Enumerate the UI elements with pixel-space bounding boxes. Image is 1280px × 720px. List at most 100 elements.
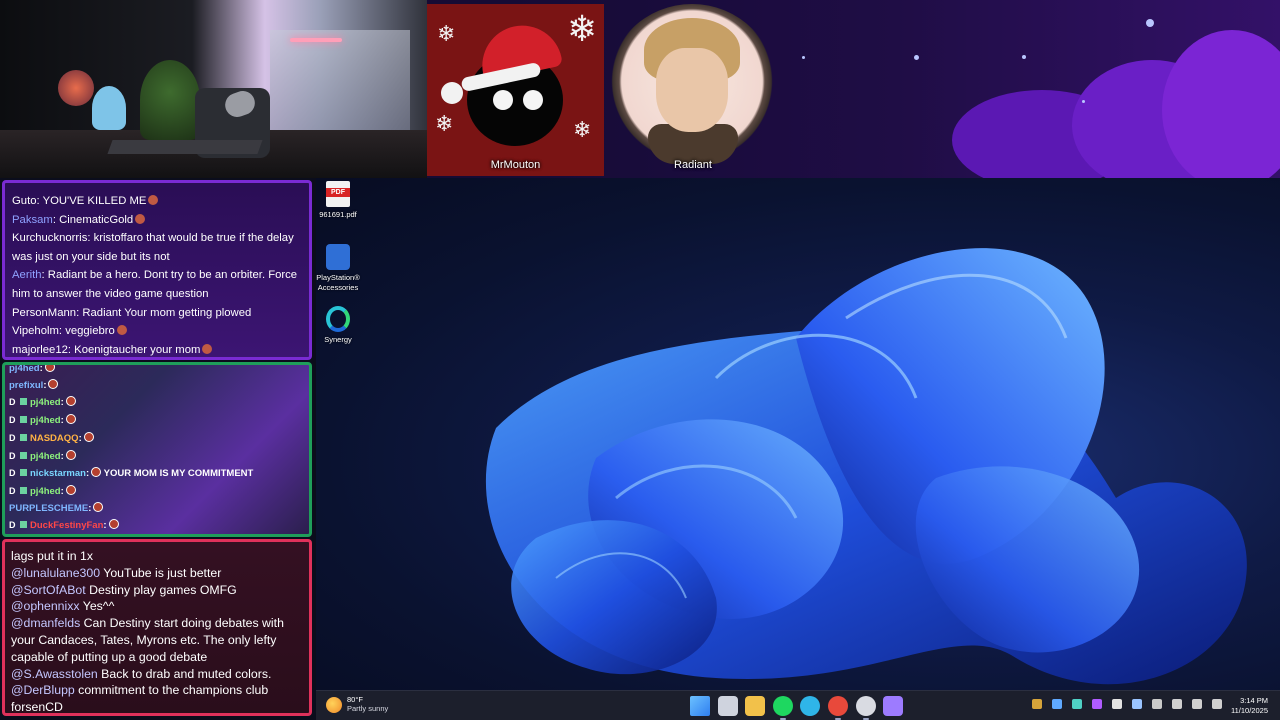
chat-mention[interactable]: @S.Awasstolen — [11, 667, 98, 681]
tray-app-6-icon[interactable] — [1132, 699, 1142, 709]
chat-message: was just on your side but its not — [5, 248, 309, 267]
chat-username[interactable]: Aerith — [12, 269, 42, 281]
webcam-neon-light — [290, 38, 342, 42]
playstation-accessories-icon — [326, 244, 350, 270]
sky-star — [1022, 55, 1026, 59]
chat-username[interactable]: Kurchucknorris — [12, 232, 87, 244]
chat-username[interactable]: pj4hed — [30, 451, 61, 462]
chat-username[interactable]: pj4hed — [30, 397, 61, 408]
desktop-icon-synergy[interactable]: Synergy — [316, 306, 363, 345]
desktop-icon-label: 961691.pdf — [319, 210, 357, 219]
clock-time: 3:14 PM — [1240, 696, 1268, 705]
chat-text: YouTube is just better — [100, 565, 222, 580]
tray-app-10-icon[interactable] — [1212, 699, 1222, 709]
chat-message: @SortOfABot Destiny play games OMFG — [11, 582, 309, 599]
obs-icon[interactable] — [855, 696, 876, 720]
chat-message: Vipeholm: veggiebro — [5, 322, 309, 341]
task-view-icon[interactable] — [717, 696, 738, 716]
chat-username[interactable]: pj4hed — [9, 365, 40, 374]
clock-date: 11/10/2025 — [1231, 706, 1268, 715]
chat-emote-icon — [44, 365, 55, 372]
chat-username[interactable]: Paksam — [12, 214, 53, 226]
chat-message: Kurchucknorris: kristoffaro that would b… — [12, 232, 294, 245]
chat-message: @S.Awasstolen Back to drab and muted col… — [11, 666, 309, 683]
chat-mention[interactable]: @ophennixx — [11, 599, 80, 613]
avatar-tile-radiant: Radiant — [604, 4, 782, 176]
sub-badge-icon — [20, 451, 27, 459]
chat-username[interactable]: Vipeholm — [12, 325, 59, 337]
edge-icon[interactable] — [800, 696, 821, 716]
chat-emote-icon — [48, 378, 59, 389]
tray-app-9-icon[interactable] — [1192, 699, 1202, 709]
desktop-wallpaper[interactable]: PDF 961691.pdf PlayStation® Accessories … — [316, 178, 1280, 690]
tray-app-4-icon[interactable] — [1092, 699, 1102, 709]
chat-username[interactable]: PURPLESCHEME — [9, 503, 88, 514]
chat-username[interactable]: Guto — [12, 195, 37, 207]
chat-message: Aerith: Radiant be a hero. Dont try to b… — [12, 269, 298, 282]
chat-mention[interactable]: @dmanfelds — [11, 616, 80, 630]
desktop-icon-pdf[interactable]: PDF 961691.pdf — [316, 181, 363, 220]
windows-bloom-wallpaper — [485, 248, 1247, 685]
stream-overlay-top: ❄ ❄ ❄ ❄ MrMouton Radiant — [0, 0, 1280, 178]
chat-message: D DuckFestinyFan: — [9, 517, 253, 534]
file-explorer-icon[interactable] — [745, 696, 766, 716]
chat-mention[interactable]: @SortOfABot — [11, 583, 86, 597]
chat-message: Dpj4hed: — [9, 394, 253, 412]
santa-hat-pom — [441, 82, 463, 104]
chat-mention[interactable]: @DerBlupp — [11, 683, 75, 697]
taskbar-app-list — [690, 696, 911, 720]
synergy-icon — [326, 306, 350, 332]
chat-emote-icon — [65, 449, 76, 460]
snowflake-icon: ❄ — [437, 22, 456, 47]
taskbar-clock[interactable]: 3:14 PM 11/10/2025 — [1231, 696, 1268, 716]
chrome-icon[interactable] — [827, 696, 848, 720]
app-icon[interactable] — [883, 696, 904, 716]
start-icon[interactable] — [690, 696, 710, 716]
sub-badge-icon — [20, 469, 27, 477]
platform-badge-icon: D — [9, 485, 16, 496]
chat-username[interactable]: pj4hed — [30, 486, 61, 497]
chat-username[interactable]: DuckFestinyFan — [30, 520, 103, 531]
tray-app-7-icon[interactable] — [1152, 699, 1162, 709]
chat-emote-icon — [65, 414, 76, 425]
sub-badge-icon — [20, 416, 27, 424]
chat-message: pj4hed: — [9, 365, 253, 378]
tray-app-2-icon[interactable] — [1052, 699, 1062, 709]
platform-badge-icon: D — [9, 397, 16, 408]
chat-username[interactable]: prefixul — [9, 380, 43, 391]
spotify-icon[interactable] — [772, 696, 793, 720]
chat-username[interactable]: majorlee12 — [12, 344, 68, 356]
chat-username[interactable]: PersonMann — [12, 307, 76, 319]
tray-app-8-icon[interactable] — [1172, 699, 1182, 709]
platform-badge-icon: D — [9, 450, 16, 461]
chat-text: kristoffaro that would be true if the de… — [93, 232, 294, 245]
chat-text: YOUR MOM IS MY COMMITMENT — [103, 468, 254, 480]
desktop-icon-playstation-accessories[interactable]: PlayStation® Accessories — [316, 244, 363, 292]
chat-text: Radiant be a hero. Dont try to be an orb… — [47, 269, 298, 282]
chat-username[interactable]: nickstarman — [30, 468, 86, 479]
weather-temperature: 80°F — [347, 695, 363, 704]
avatar-face — [656, 48, 728, 132]
chat-username[interactable]: pj4hed — [30, 415, 61, 426]
chat-username[interactable]: NASDAQQ — [30, 433, 79, 444]
webcam-figurine — [92, 86, 126, 130]
weather-widget[interactable]: 80°F Partly sunny — [326, 695, 388, 714]
chat-text: Back to drab and muted colors. — [97, 666, 272, 681]
tray-app-1-icon[interactable] — [1032, 699, 1042, 709]
webcam-lamp — [58, 70, 94, 106]
avatar-tile-mrmouton: ❄ ❄ ❄ ❄ MrMouton — [427, 4, 604, 176]
overlay-night-sky — [782, 0, 1280, 178]
sky-star — [1146, 19, 1154, 27]
tray-app-3-icon[interactable] — [1072, 699, 1082, 709]
chat-emote-icon — [116, 325, 127, 336]
tray-app-5-icon[interactable] — [1112, 699, 1122, 709]
chat-text: veggiebro — [65, 325, 115, 338]
sky-star — [914, 55, 919, 60]
platform-badge-icon: D — [9, 535, 17, 537]
desktop-icon-label: Synergy — [324, 335, 352, 344]
chat-mention[interactable]: @lunalulane300 — [11, 566, 100, 580]
chat-text: capable of putting up a good debate — [11, 649, 208, 664]
snowflake-icon: ❄ — [435, 112, 454, 137]
chat-message: forsenCD — [11, 699, 309, 713]
chat-message-list: pj4hed: prefixul: Dpj4hed: Dpj4hed: D NASDAQQ… — [9, 365, 254, 537]
